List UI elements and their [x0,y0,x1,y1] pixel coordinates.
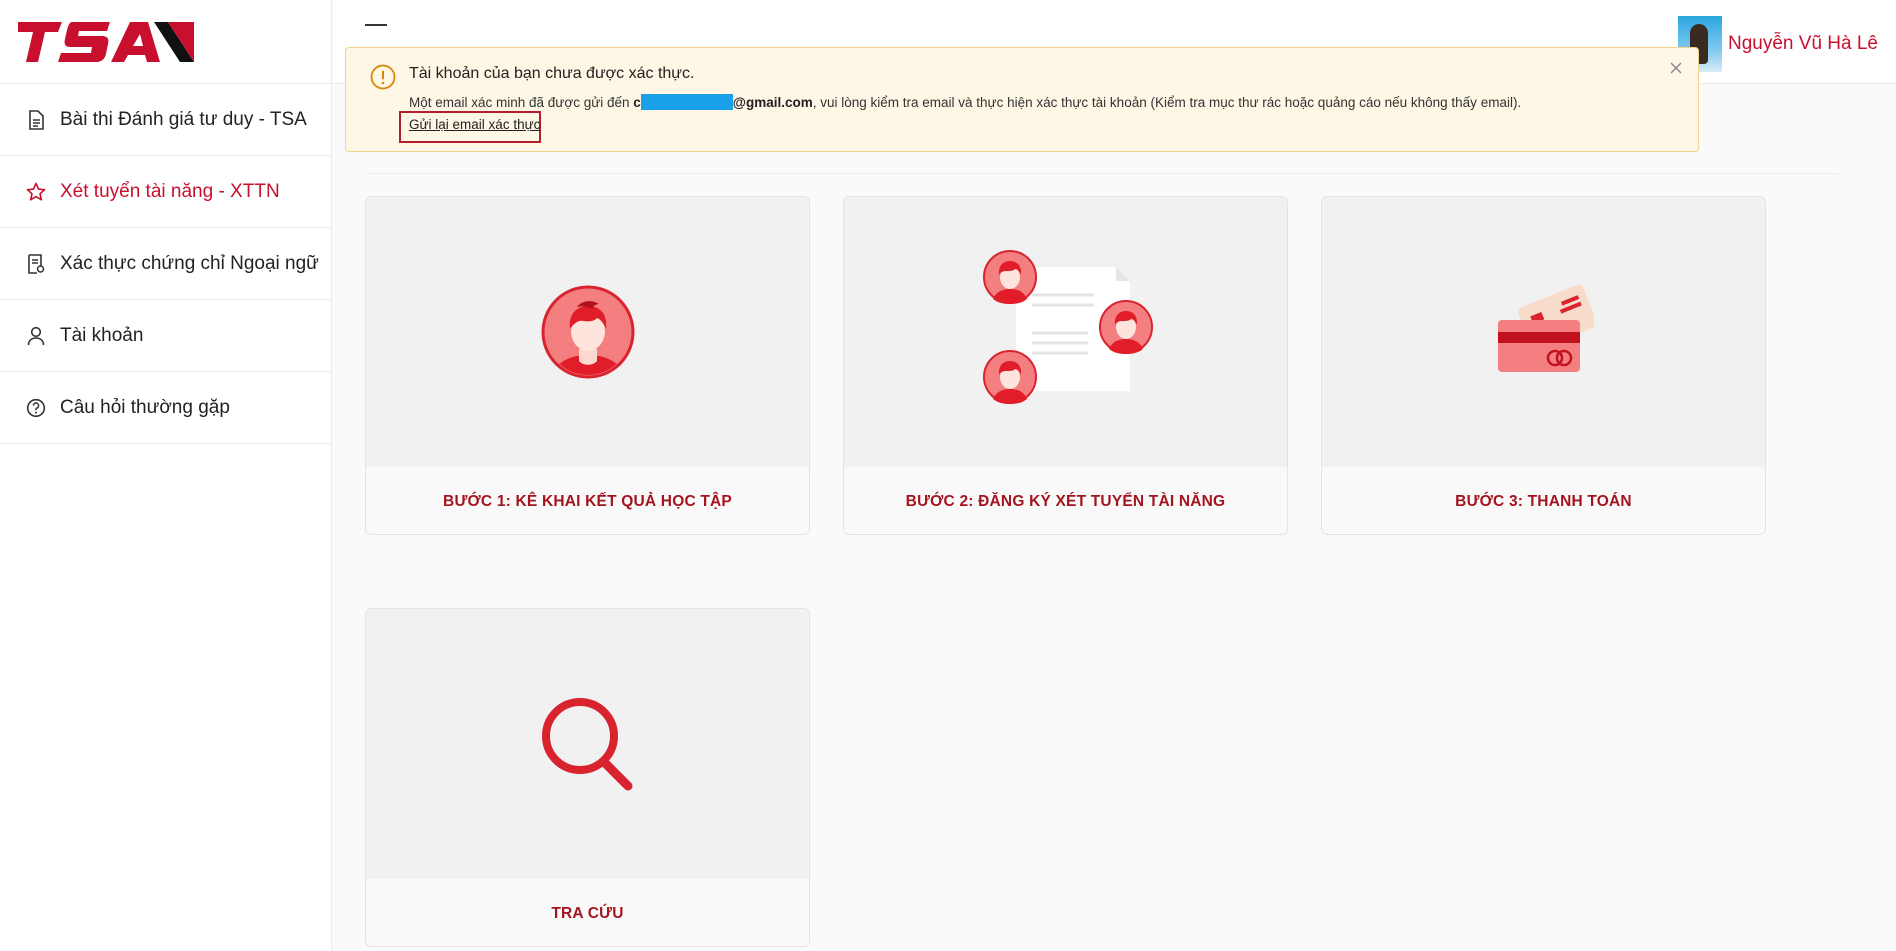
divider [365,173,1839,174]
sidebar-item-label: Tài khoản [60,324,144,346]
step-3-card[interactable]: BƯỚC 3: THANH TOÁN [1321,196,1766,535]
sidebar-item-label: Câu hỏi thường gặp [60,396,230,418]
tsa-logo[interactable] [0,0,331,84]
certificate-icon [26,253,46,274]
sidebar-item-tsa[interactable]: Bài thi Đánh giá tư duy - TSA [0,84,331,156]
card-label: TRA CỨU [551,904,624,922]
sidebar-item-label: Bài thi Đánh giá tư duy - TSA [60,108,307,130]
search-icon [541,698,632,791]
card-image [366,609,809,879]
menu-toggle-icon[interactable] [365,24,387,40]
question-circle-icon [26,398,46,418]
sidebar: Bài thi Đánh giá tư duy - TSA Xét tuyển … [0,0,332,951]
email-domain: @gmail.com [732,95,813,110]
alert-message-prefix: Một email xác minh đã được gửi đến [409,95,634,110]
redacted-email-mask [640,94,733,110]
card-image [844,197,1287,467]
sidebar-item-label: Xác thực chứng chỉ Ngoại ngữ [60,252,319,274]
warning-icon [370,64,396,90]
sidebar-item-language-certificate[interactable]: Xác thực chứng chỉ Ngoại ngữ [0,228,331,300]
alert-message-suffix: , vui lòng kiểm tra email và thực hiện x… [812,95,1522,110]
group-document-icon [982,250,1153,404]
verification-alert: Tài khoản của bạn chưa được xác thực. Mộ… [345,47,1699,152]
sidebar-item-faq[interactable]: Câu hỏi thường gặp [0,372,331,444]
user-name: Nguyễn Vũ Hà Lê [1728,33,1878,54]
user-menu[interactable]: Nguyễn Vũ Hà Lê [1678,16,1878,72]
email-start: c [633,95,641,110]
step-1-card[interactable]: BƯỚC 1: KÊ KHAI KẾT QUẢ HỌC TẬP [365,196,810,535]
card-image [1322,197,1765,467]
step-2-card[interactable]: BƯỚC 2: ĐĂNG KÝ XÉT TUYỂN TÀI NĂNG [843,196,1288,535]
sidebar-item-xttn[interactable]: Xét tuyển tài năng - XTTN [0,156,331,228]
sidebar-item-account[interactable]: Tài khoản [0,300,331,372]
alert-title: Tài khoản của bạn chưa được xác thực. [409,65,695,82]
resend-email-link[interactable]: Gửi lại email xác thực [409,117,540,132]
lookup-card[interactable]: TRA CỨU [365,608,810,947]
alert-message: Một email xác minh đã được gửi đến c @gma… [409,94,1521,110]
user-icon [26,326,46,346]
close-icon[interactable] [1666,58,1686,78]
card-label: BƯỚC 3: THANH TOÁN [1455,492,1632,510]
card-image [366,197,809,467]
tsa-logo-icon [18,21,194,62]
credit-card-icon [1497,284,1594,372]
document-icon [26,109,46,130]
sidebar-item-label: Xét tuyển tài năng - XTTN [60,180,280,202]
star-icon [26,182,46,202]
card-label: BƯỚC 1: KÊ KHAI KẾT QUẢ HỌC TẬP [443,492,732,510]
card-label: BƯỚC 2: ĐĂNG KÝ XÉT TUYỂN TÀI NĂNG [905,492,1226,510]
profile-avatar-icon [541,285,634,379]
